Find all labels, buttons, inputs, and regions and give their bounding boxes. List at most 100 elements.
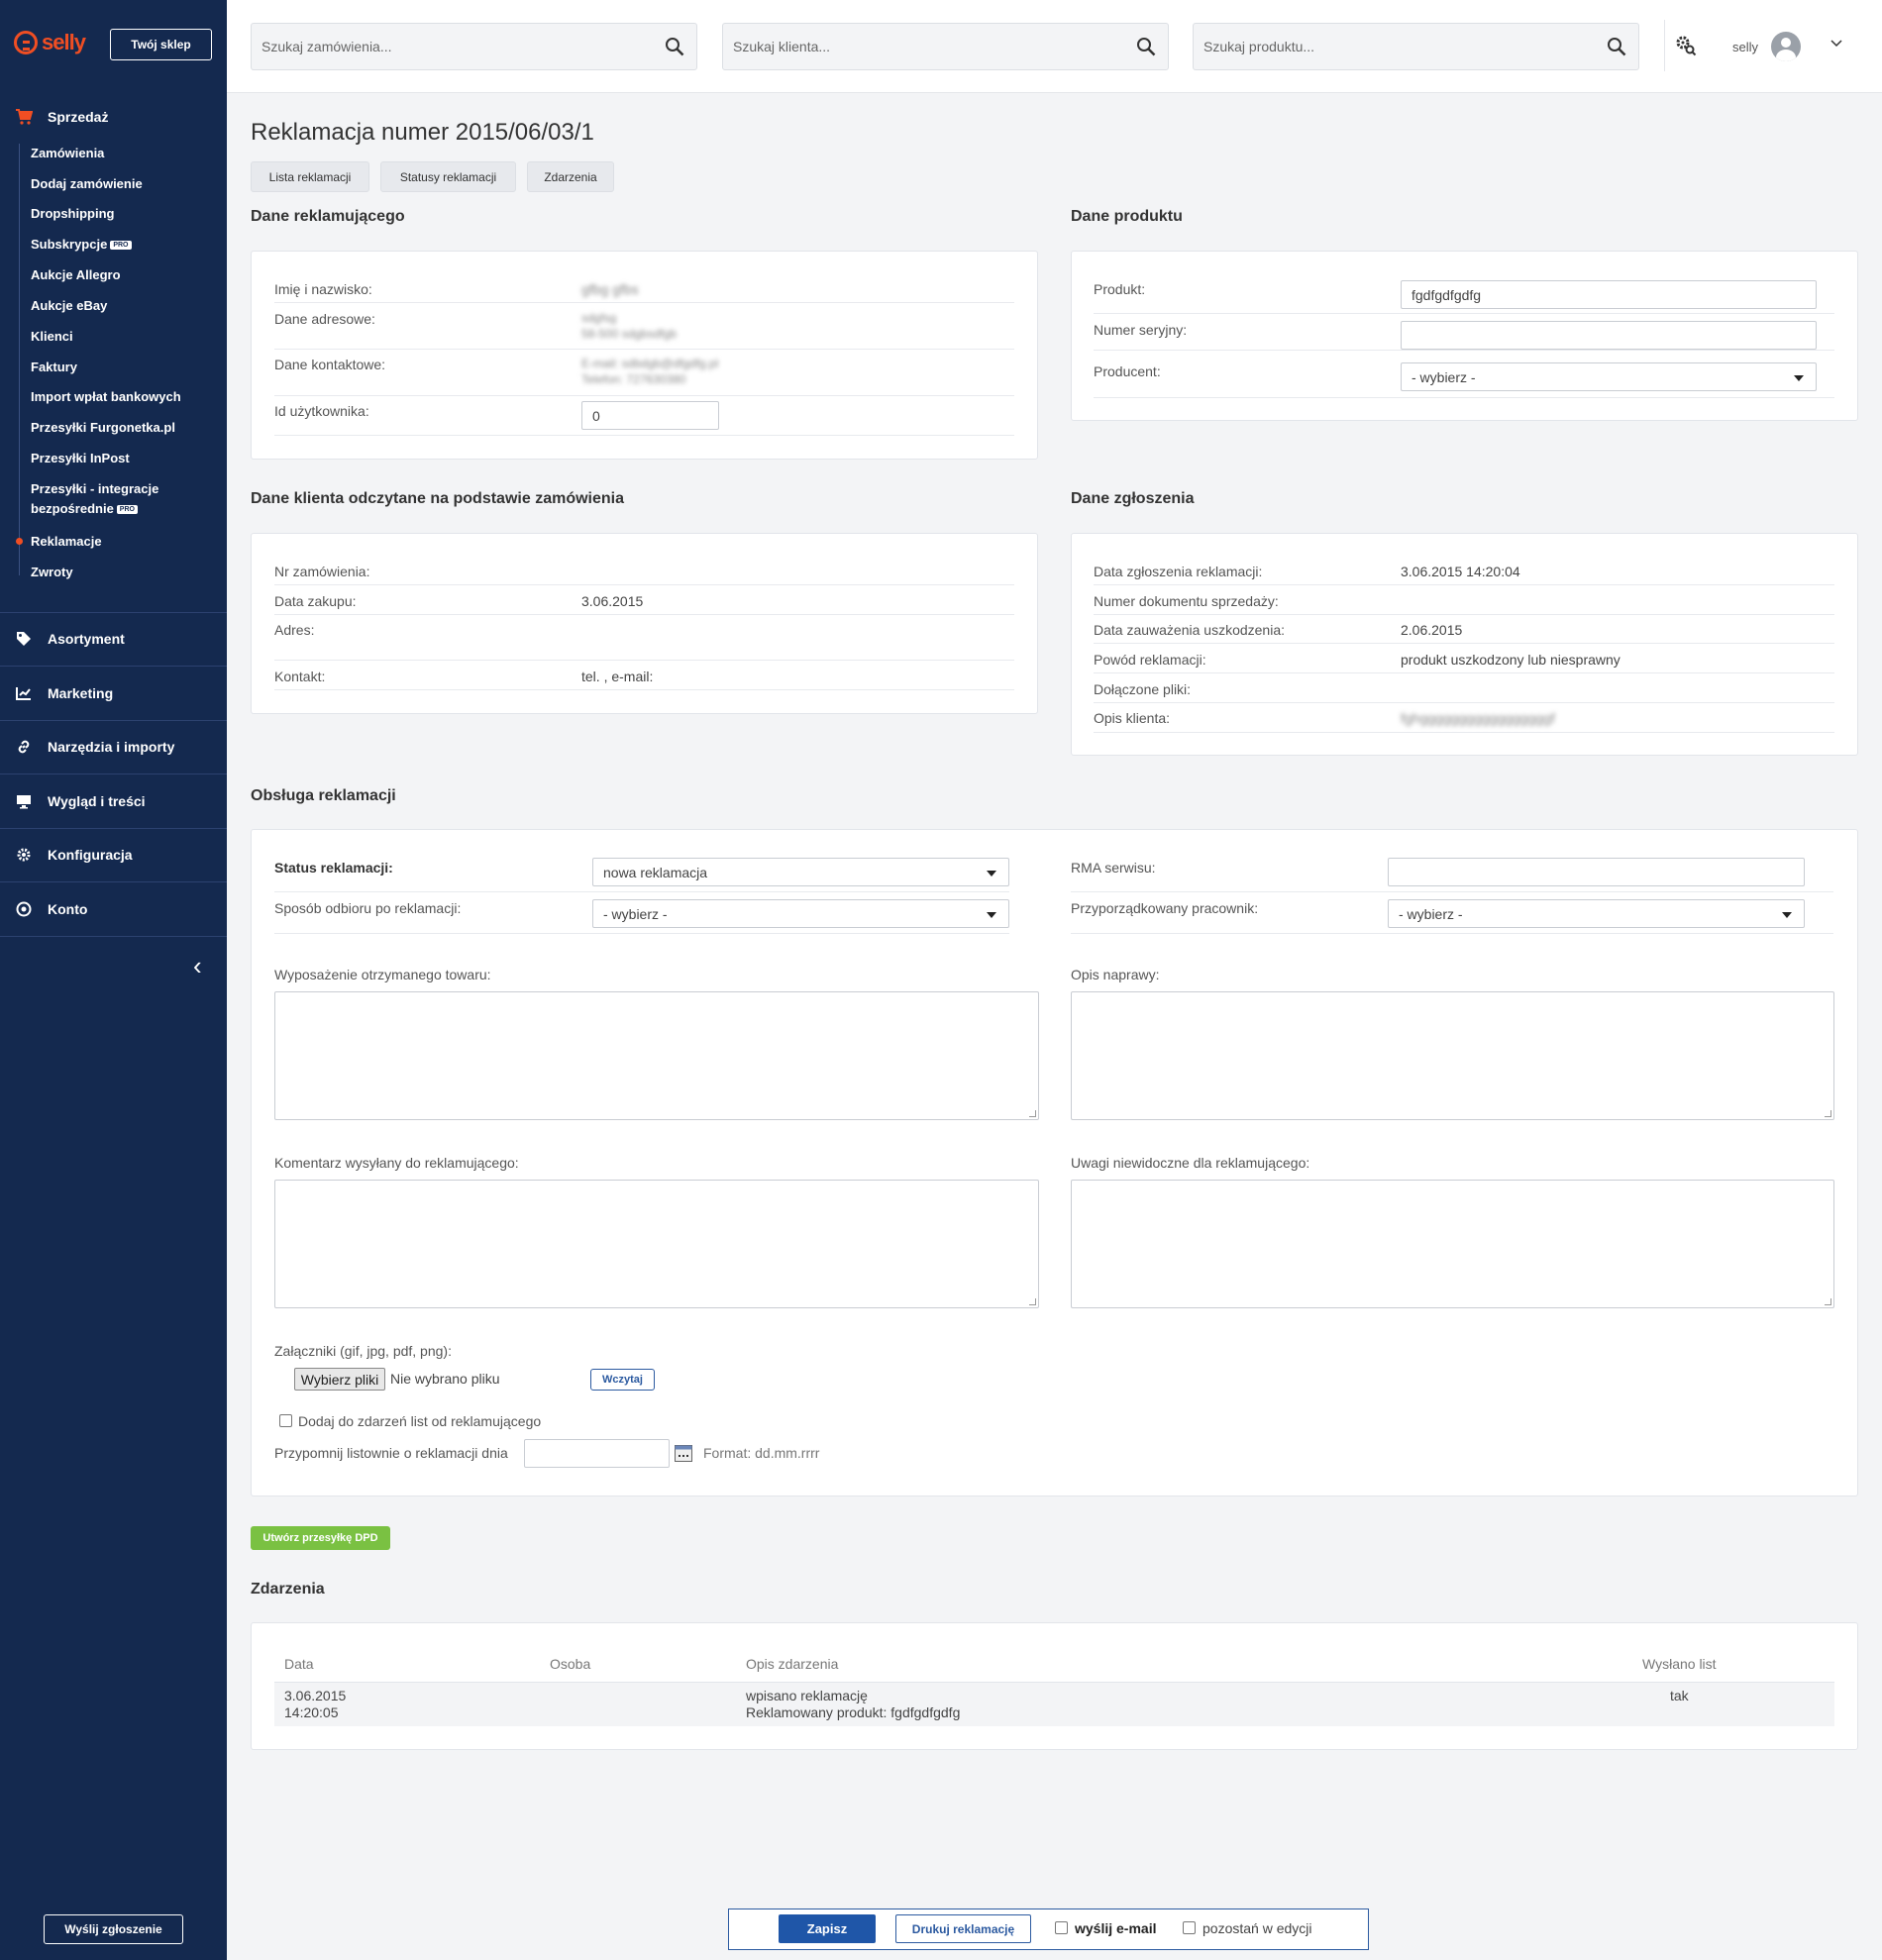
address-label: Dane adresowe: [274, 311, 375, 327]
divider [0, 881, 227, 882]
user-id-input[interactable]: 0 [581, 401, 719, 430]
sidebar-item-add-order[interactable]: Dodaj zamówienie [31, 174, 143, 194]
events-header-person: Osoba [550, 1656, 591, 1672]
contact-label: Dane kontaktowe: [274, 357, 386, 372]
sidebar-item-integrations[interactable]: Przesyłki - integracje bezpośrednie PRO [31, 479, 158, 519]
nav-tools-label: Narzędzia i importy [48, 739, 175, 755]
upload-button[interactable]: Wczytaj [590, 1369, 655, 1391]
client-desc-label: Opis klienta: [1094, 710, 1171, 726]
rma-input[interactable] [1388, 858, 1805, 886]
events-title: Zdarzenia [251, 1581, 325, 1598]
client-desc-value: fghgggggggggggggggggf [1401, 710, 1555, 726]
nav-tools[interactable]: Narzędzia i importy [0, 734, 227, 760]
search-icon[interactable] [665, 37, 684, 56]
sidebar-item-subscriptions-label: Subskrypcje [31, 237, 108, 252]
nav-appearance-label: Wygląd i treści [48, 793, 146, 809]
nav-assortment[interactable]: Asortyment [0, 626, 227, 652]
producer-label: Producent: [1094, 363, 1161, 379]
add-events-label: Dodaj do zdarzeń list od reklamującego [298, 1413, 542, 1429]
user-name[interactable]: selly [1732, 40, 1758, 54]
submission-date-label: Data zgłoszenia reklamacji: [1094, 564, 1263, 579]
nav-appearance[interactable]: Wygląd i treści [0, 788, 227, 814]
avatar[interactable] [1771, 32, 1801, 61]
comment-textarea[interactable] [274, 1180, 1039, 1308]
event-sent: tak [1670, 1688, 1689, 1703]
sidebar-item-clients[interactable]: Klienci [31, 327, 73, 347]
reason-value: produkt uszkodzony lub niesprawny [1401, 652, 1621, 668]
nav-configuration[interactable]: Konfiguracja [0, 842, 227, 868]
format-hint: Format: dd.mm.rrrr [703, 1445, 820, 1461]
pickup-label: Sposób odbioru po reklamacji: [274, 900, 462, 916]
nav-configuration-label: Konfiguracja [48, 847, 133, 863]
nav-sales[interactable]: Sprzedaż [0, 104, 227, 129]
search-orders-input[interactable]: Szukaj zamówienia... [251, 23, 697, 70]
divider [0, 828, 227, 829]
product-input[interactable]: fgdfgdfgdfg [1401, 280, 1817, 309]
nav-account[interactable]: Konto [0, 896, 227, 922]
damage-date-label: Data zauważenia uszkodzenia: [1094, 622, 1286, 638]
link-icon [14, 738, 34, 756]
sidebar-item-subscriptions[interactable]: Subskrypcje PRO [31, 235, 132, 255]
contact-line2: Telefon: 727630380 [581, 372, 686, 386]
sidebar-item-returns[interactable]: Zwroty [31, 563, 73, 582]
producer-select[interactable]: - wybierz - [1401, 362, 1817, 391]
pro-badge: PRO [110, 241, 132, 251]
event-date-day: 3.06.2015 [284, 1688, 347, 1703]
complainant-title: Dane reklamującego [251, 208, 405, 225]
collapse-sidebar-icon[interactable]: ‹ [193, 951, 202, 981]
status-select[interactable]: nowa reklamacja [592, 858, 1009, 886]
sidebar-item-integrations-label: Przesyłki - integracje [31, 481, 159, 496]
sidebar-item-invoices[interactable]: Faktury [31, 358, 77, 377]
selly-logo[interactable]: selly [14, 30, 86, 55]
sidebar-item-complaints[interactable]: Reklamacje [31, 532, 102, 552]
table-row [274, 277, 1014, 303]
calendar-icon[interactable] [675, 1445, 692, 1462]
search-clients-input[interactable]: Szukaj klienta... [722, 23, 1169, 70]
your-shop-button[interactable]: Twój sklep [110, 29, 212, 60]
send-email-checkbox[interactable] [1055, 1921, 1068, 1934]
send-email-label: wyślij e-mail [1075, 1920, 1157, 1936]
choose-files-button[interactable]: Wybierz pliki [294, 1368, 385, 1391]
sidebar-item-orders[interactable]: Zamówienia [31, 144, 104, 163]
account-icon [14, 900, 34, 918]
tab-events[interactable]: Zdarzenia [527, 161, 614, 192]
pickup-select[interactable]: - wybierz - [592, 899, 1009, 928]
chevron-down-icon[interactable] [1830, 38, 1842, 50]
tab-complaint-statuses[interactable]: Statusy reklamacji [380, 161, 516, 192]
print-complaint-button[interactable]: Drukuj reklamację [895, 1914, 1031, 1943]
topbar: Szukaj zamówienia... Szukaj klienta... S… [227, 0, 1882, 93]
submission-title: Dane zgłoszenia [1071, 490, 1195, 507]
address-line1: sdgfsg [581, 311, 617, 325]
add-events-checkbox[interactable] [279, 1414, 292, 1427]
notes-label: Uwagi niewidoczne dla reklamującego: [1071, 1155, 1310, 1171]
sidebar-item-furgonetka[interactable]: Przesyłki Furgonetka.pl [31, 418, 175, 438]
settings-search-icon[interactable] [1674, 34, 1698, 57]
nav-marketing[interactable]: Marketing [0, 680, 227, 706]
equipment-textarea[interactable] [274, 991, 1039, 1120]
save-button[interactable]: Zapisz [779, 1914, 876, 1943]
name-label: Imię i nazwisko: [274, 281, 372, 297]
tab-complaints-list[interactable]: Lista reklamacji [251, 161, 369, 192]
send-report-button[interactable]: Wyślij zgłoszenie [44, 1914, 183, 1944]
sidebar-item-ebay[interactable]: Aukcje eBay [31, 296, 107, 316]
create-dpd-button[interactable]: Utwórz przesyłkę DPD [251, 1526, 390, 1550]
sidebar-item-allegro[interactable]: Aukcje Allegro [31, 265, 121, 285]
attached-files-label: Dołączone pliki: [1094, 681, 1192, 697]
notes-textarea[interactable] [1071, 1180, 1834, 1308]
event-desc-line1: wpisano reklamację [746, 1688, 868, 1703]
search-icon[interactable] [1136, 37, 1156, 56]
sidebar-item-inpost[interactable]: Przesyłki InPost [31, 449, 130, 468]
order-no-label: Nr zamówienia: [274, 564, 370, 579]
repair-textarea[interactable] [1071, 991, 1834, 1120]
submenu-line [19, 144, 20, 575]
submission-date-value: 3.06.2015 14:20:04 [1401, 564, 1520, 579]
serial-input[interactable] [1401, 321, 1817, 350]
purchase-date-label: Data zakupu: [274, 593, 357, 609]
stay-edit-checkbox[interactable] [1183, 1921, 1196, 1934]
search-products-input[interactable]: Szukaj produktu... [1193, 23, 1639, 70]
search-icon[interactable] [1607, 37, 1626, 56]
employee-select[interactable]: - wybierz - [1388, 899, 1805, 928]
remind-date-input[interactable] [524, 1439, 670, 1468]
sidebar-item-bank-import[interactable]: Import wpłat bankowych [31, 387, 181, 407]
sidebar-item-dropshipping[interactable]: Dropshipping [31, 204, 115, 224]
